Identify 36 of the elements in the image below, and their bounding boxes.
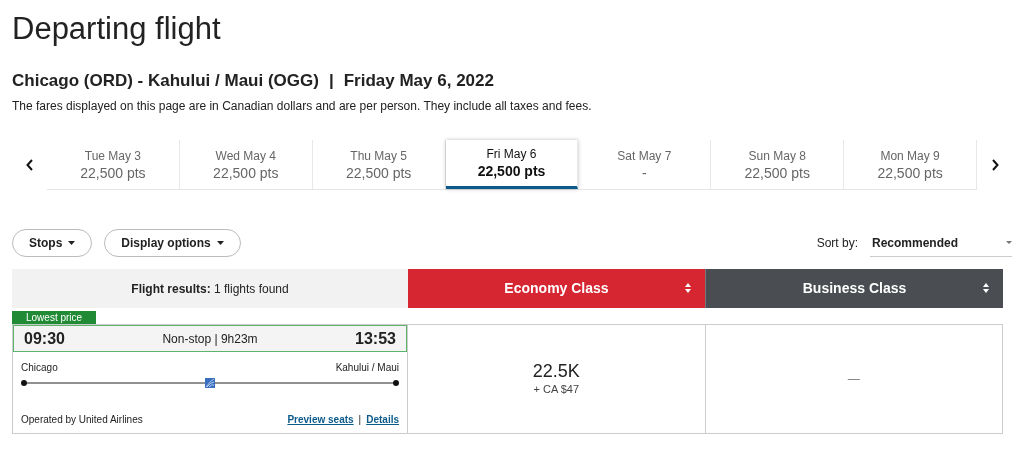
separator: | [328,70,334,92]
departure-time: 09:30 [24,328,65,349]
separator: | [358,413,362,427]
date-tab[interactable]: Sat May 7 - [578,140,712,189]
fare-class-header[interactable]: Economy Class [408,269,705,308]
fare-cell[interactable]: 22.5K + CA $47 [408,325,705,433]
lowest-price-badge: Lowest price [12,311,97,324]
route-heading: Chicago (ORD) - Kahului / Maui (OGG) [12,70,319,92]
origin-city: Chicago [21,361,58,375]
date-tab[interactable]: Mon May 9 22,500 pts [844,140,977,189]
operator-text: Operated by United Airlines [21,413,143,427]
sort-icon [983,283,989,293]
page-title: Departing flight [12,10,222,48]
chevron-left-icon[interactable] [25,159,34,171]
date-tab[interactable]: Sun May 8 22,500 pts [711,140,845,189]
link[interactable]: Preview seats [287,412,354,427]
unavailable-fare: — [847,371,860,388]
caret-icon [216,241,224,245]
date-tab[interactable]: Thu May 5 22,500 pts [312,140,446,189]
date-heading: Friday May 6, 2022 [343,70,494,92]
link[interactable]: Details [366,412,399,427]
date-tab[interactable]: Tue May 3 22,500 pts [47,140,180,189]
arrival-time: 13:53 [355,328,396,349]
date-tab[interactable]: Wed May 4 22,500 pts [179,140,313,189]
date-tab[interactable]: Fri May 6 22,500 pts [445,140,579,189]
destination-city: Kahului / Maui [335,361,399,375]
fare-note: The fares displayed on this page are in Canadian dollars and are per person. They include all taxes and fees. [12,98,593,114]
chevron-right-icon[interactable] [990,159,999,171]
fare-class-header[interactable]: Business Class [705,269,1003,308]
sort-icon [685,283,691,293]
sort-label: Sort by: [816,235,858,252]
caret-icon [68,241,76,245]
sort-dropdown[interactable]: Recommended [870,229,1012,257]
caret-icon [1006,241,1012,244]
results-header: Flight results: 1 flights found [12,269,408,308]
flight-summary: Non-stop | 9h23m [162,330,258,348]
